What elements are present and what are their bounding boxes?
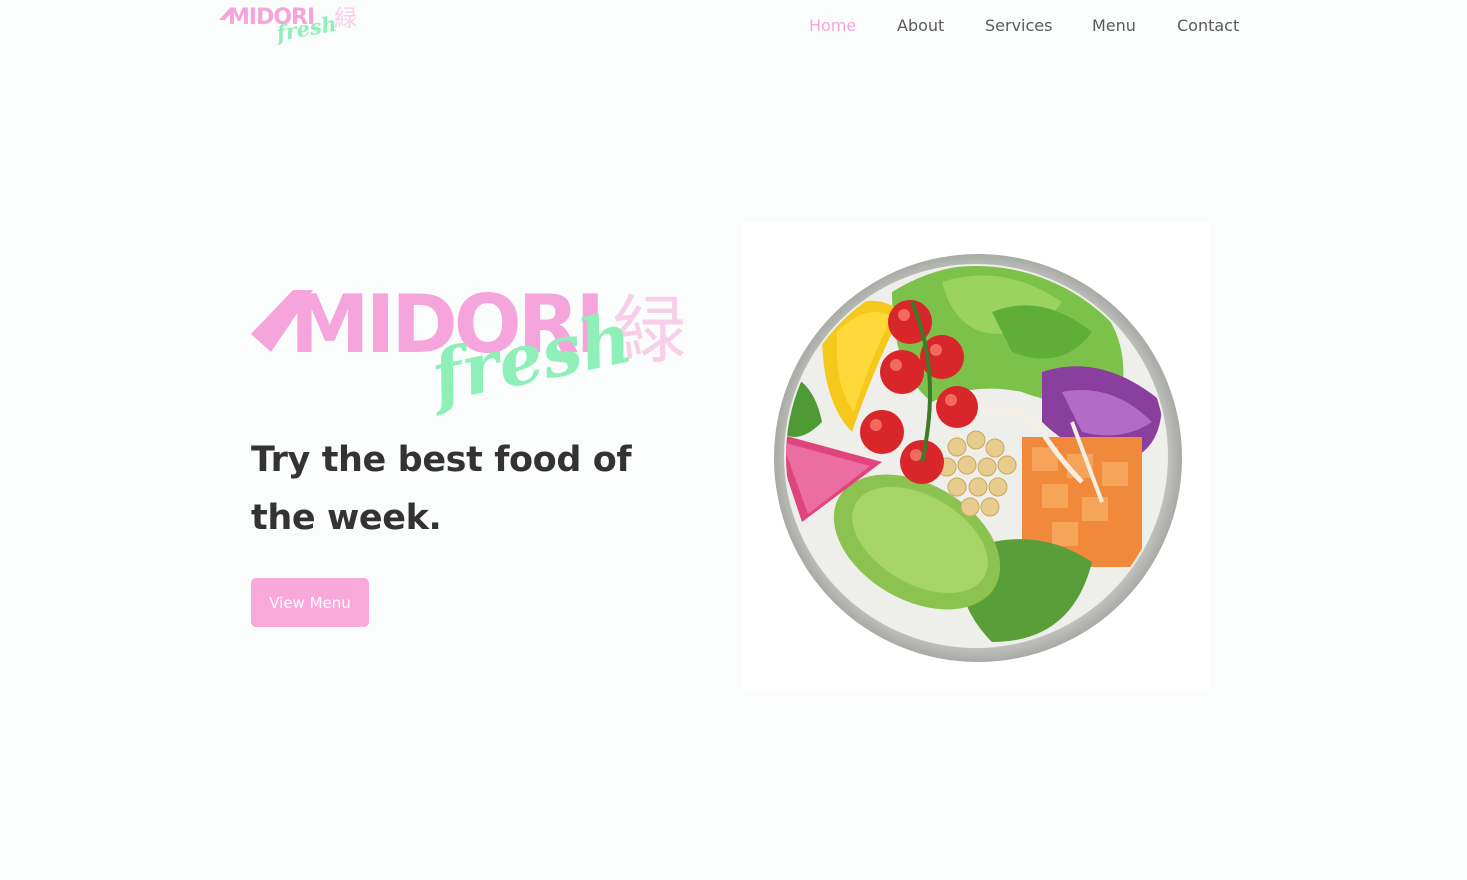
main-nav: Home About Services Menu Contact — [0, 14, 1467, 38]
food-image-card — [742, 222, 1211, 691]
nav-contact[interactable]: Contact — [1177, 14, 1239, 38]
nav-menu[interactable]: Menu — [1092, 14, 1136, 38]
nav-services[interactable]: Services — [985, 14, 1052, 38]
view-menu-button[interactable]: View Menu — [251, 578, 369, 627]
salad-bowl-image — [774, 254, 1182, 662]
hero-logo: MIDORI 緑 fresh — [248, 278, 718, 432]
hero-heading-line1: Try the best food of — [251, 440, 632, 480]
hero-heading-line2: the week. — [251, 498, 442, 538]
nav-about[interactable]: About — [897, 14, 944, 38]
hero-heading: Try the best food of the week. — [251, 431, 721, 547]
midori-fresh-logo-large: MIDORI 緑 fresh — [251, 278, 686, 420]
nav-home[interactable]: Home — [809, 14, 856, 38]
